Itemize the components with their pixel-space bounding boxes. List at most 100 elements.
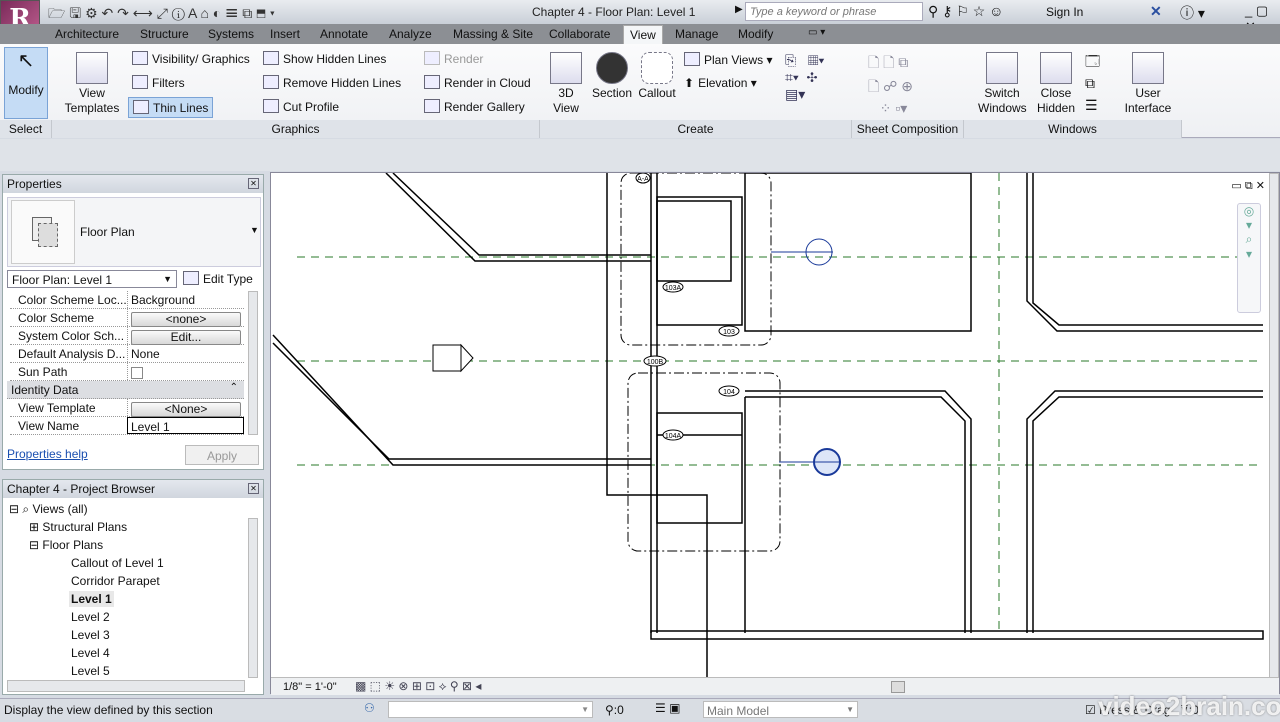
tab-collaborate[interactable]: Collaborate bbox=[549, 27, 610, 41]
panel-toggle-icon[interactable]: ▭ ▾ bbox=[808, 27, 825, 38]
user-interface-button[interactable]: User Interface bbox=[1120, 52, 1176, 116]
close-hidden-button[interactable]: Close Hidden bbox=[1034, 52, 1078, 116]
remove-hidden-icon bbox=[263, 75, 279, 89]
search-input[interactable]: Type a keyword or phrase bbox=[745, 2, 923, 21]
section-head[interactable] bbox=[432, 344, 462, 372]
design-option-dropdown[interactable]: Main Model ▼ bbox=[703, 701, 858, 718]
views-icon: ⌕ bbox=[22, 502, 30, 516]
system-color-edit-button[interactable]: Edit... bbox=[131, 330, 241, 345]
view-template-button[interactable]: <None> bbox=[131, 402, 241, 417]
properties-help-link[interactable]: Properties help bbox=[7, 447, 88, 461]
tree-item-view[interactable]: Level 2 bbox=[71, 610, 110, 624]
thin-lines-button[interactable]: Thin Lines bbox=[128, 97, 214, 118]
sign-in-button[interactable]: Sign In bbox=[1046, 5, 1083, 19]
instance-selector[interactable]: Floor Plan: Level 1 ▼ bbox=[7, 270, 177, 288]
tab-annotate[interactable]: Annotate bbox=[320, 27, 368, 41]
label: View bbox=[79, 86, 105, 100]
tab-manage[interactable]: Manage bbox=[675, 27, 718, 41]
panel-label-select[interactable]: Select bbox=[0, 120, 52, 138]
section-button[interactable]: Section bbox=[590, 52, 634, 101]
view-control-icons[interactable]: ▩ ⬚ ☀ ⊗ ⊞ ⊡ ⟡ ⚲ ⊠ ◂ bbox=[355, 679, 481, 694]
window-arrange-tools[interactable]: 🗔 ⧉ ☰ bbox=[1085, 50, 1100, 116]
view-templates-button[interactable]: View Templates bbox=[60, 52, 124, 116]
tree-item-view[interactable]: Level 5 bbox=[71, 664, 110, 678]
project-browser-header: Chapter 4 - Project Browser ✕ bbox=[3, 480, 263, 498]
tree-item-views[interactable]: ⊟ ⌕ Views (all) bbox=[9, 502, 88, 517]
tab-architecture[interactable]: Architecture bbox=[55, 27, 119, 41]
help-icon[interactable]: ⓘ ▾ bbox=[1180, 3, 1205, 23]
tag: 103A bbox=[665, 285, 682, 292]
tab-view[interactable]: View bbox=[623, 25, 663, 44]
design-options-icon[interactable]: ☰ ▣ bbox=[655, 701, 680, 715]
tag: A-A bbox=[637, 176, 649, 183]
sheet-composition-tools[interactable]: 🗋 🗋 ⧉ 🗋 ☍ ⊕ ⁘ ▫▾ bbox=[868, 52, 913, 117]
horizontal-scroll-thumb[interactable] bbox=[891, 681, 905, 693]
scale-button[interactable]: 1/8" = 1'-0" bbox=[283, 681, 337, 693]
visibility-graphics-button[interactable]: Visibility/ Graphics bbox=[132, 51, 250, 66]
sun-path-checkbox[interactable] bbox=[131, 367, 143, 379]
edit-type-button[interactable]: Edit Type bbox=[183, 271, 253, 286]
view-window-controls[interactable]: ▭ ⧉ ✕ bbox=[1231, 179, 1265, 193]
render-gallery-button[interactable]: Render Gallery bbox=[424, 99, 525, 114]
remove-hidden-lines-button[interactable]: Remove Hidden Lines bbox=[263, 75, 401, 90]
close-icon[interactable]: ✕ bbox=[248, 178, 259, 189]
plan-views-button[interactable]: Plan Views ▾ bbox=[684, 52, 773, 67]
type-name: Floor Plan bbox=[80, 225, 135, 239]
switch-windows-button[interactable]: Switch Windows bbox=[978, 52, 1027, 116]
tab-systems[interactable]: Systems bbox=[208, 27, 254, 41]
options-bar bbox=[0, 139, 1280, 171]
visibility-icon bbox=[132, 51, 148, 65]
close-icon[interactable]: ✕ bbox=[248, 483, 259, 494]
tag: 100B bbox=[647, 359, 664, 366]
walls bbox=[272, 172, 1264, 681]
modify-button[interactable]: ↖ Modify bbox=[4, 47, 48, 119]
browser-vertical-scrollbar[interactable] bbox=[248, 518, 258, 678]
filters-button[interactable]: Filters bbox=[132, 75, 185, 90]
tab-analyze[interactable]: Analyze bbox=[389, 27, 432, 41]
view-name-input[interactable]: Level 1 bbox=[127, 417, 244, 434]
teapot-icon bbox=[424, 51, 440, 65]
tab-massing-site[interactable]: Massing & Site bbox=[453, 27, 533, 41]
show-hidden-lines-button[interactable]: Show Hidden Lines bbox=[263, 51, 386, 66]
view-vertical-scrollbar[interactable] bbox=[1269, 173, 1279, 681]
tab-structure[interactable]: Structure bbox=[140, 27, 189, 41]
drawing-canvas[interactable]: A-A 103A 103 100B 104 104A ▭ ⧉ ✕ ◎ ▾ ⌕ ▾ 1/… bbox=[270, 172, 1280, 695]
editing-requests[interactable]: ⚲:0 bbox=[605, 703, 624, 717]
tree-item-view[interactable]: Level 3 bbox=[71, 628, 110, 642]
render-in-cloud-button[interactable]: Render in Cloud bbox=[424, 75, 531, 90]
apply-button[interactable]: Apply bbox=[185, 445, 259, 465]
infocenter-icons[interactable]: ⚲ ⚷ ⚐ ☆ ☺ bbox=[928, 3, 1003, 20]
navigation-bar[interactable]: ◎ ▾ ⌕ ▾ bbox=[1237, 203, 1261, 313]
browser-horizontal-scrollbar[interactable] bbox=[7, 680, 245, 692]
tree-item-structural-plans[interactable]: ⊞ Structural Plans bbox=[29, 520, 127, 534]
create-small-tools[interactable]: ⎘ ▦▾ ⌗▾ ✣ ▤▾ bbox=[785, 52, 824, 103]
color-scheme-button[interactable]: <none> bbox=[131, 312, 241, 327]
tab-insert[interactable]: Insert bbox=[270, 27, 300, 41]
tag: 104 bbox=[723, 389, 735, 396]
worksets-icon[interactable]: ⚇ bbox=[364, 701, 375, 715]
status-bar: Display the view defined by this section… bbox=[0, 691, 1280, 721]
expand-arrow-icon[interactable]: ▶ bbox=[735, 4, 743, 15]
tree-item-view[interactable]: Level 4 bbox=[71, 646, 110, 660]
3d-view-button[interactable]: 3D View bbox=[548, 52, 584, 116]
type-selector[interactable]: Floor Plan ▼ bbox=[7, 197, 261, 267]
tree-item-level-1-selected[interactable]: Level 1 bbox=[69, 591, 114, 607]
tab-modify[interactable]: Modify bbox=[738, 27, 773, 41]
exchange-icon[interactable]: ✕ bbox=[1150, 3, 1162, 20]
workset-dropdown[interactable]: ▼ bbox=[388, 701, 593, 718]
properties-scrollbar[interactable] bbox=[248, 291, 258, 435]
cut-profile-button[interactable]: Cut Profile bbox=[263, 99, 339, 114]
property-row: Default Analysis D... None bbox=[10, 345, 244, 363]
project-browser: Chapter 4 - Project Browser ✕ ⊟ ⌕ Views (… bbox=[2, 479, 264, 695]
callout-button[interactable]: Callout bbox=[636, 52, 678, 101]
panel-label-graphics[interactable]: Graphics bbox=[52, 120, 540, 138]
elevation-button[interactable]: ⬆ Elevation ▾ bbox=[684, 76, 757, 90]
render-button[interactable]: Render bbox=[424, 51, 483, 66]
tree-item-floor-plans[interactable]: ⊟ Floor Plans bbox=[29, 538, 103, 552]
tree-item-view[interactable]: Callout of Level 1 bbox=[71, 556, 164, 570]
ribbon: ↖ Modify View Templates Visibility/ Grap… bbox=[0, 44, 1280, 138]
tree-item-view[interactable]: Corridor Parapet bbox=[71, 574, 160, 588]
property-row: View Template <None> bbox=[10, 399, 244, 417]
view-templates-icon bbox=[76, 52, 108, 84]
identity-data-group[interactable]: Identity Data ⌃ bbox=[7, 381, 244, 399]
